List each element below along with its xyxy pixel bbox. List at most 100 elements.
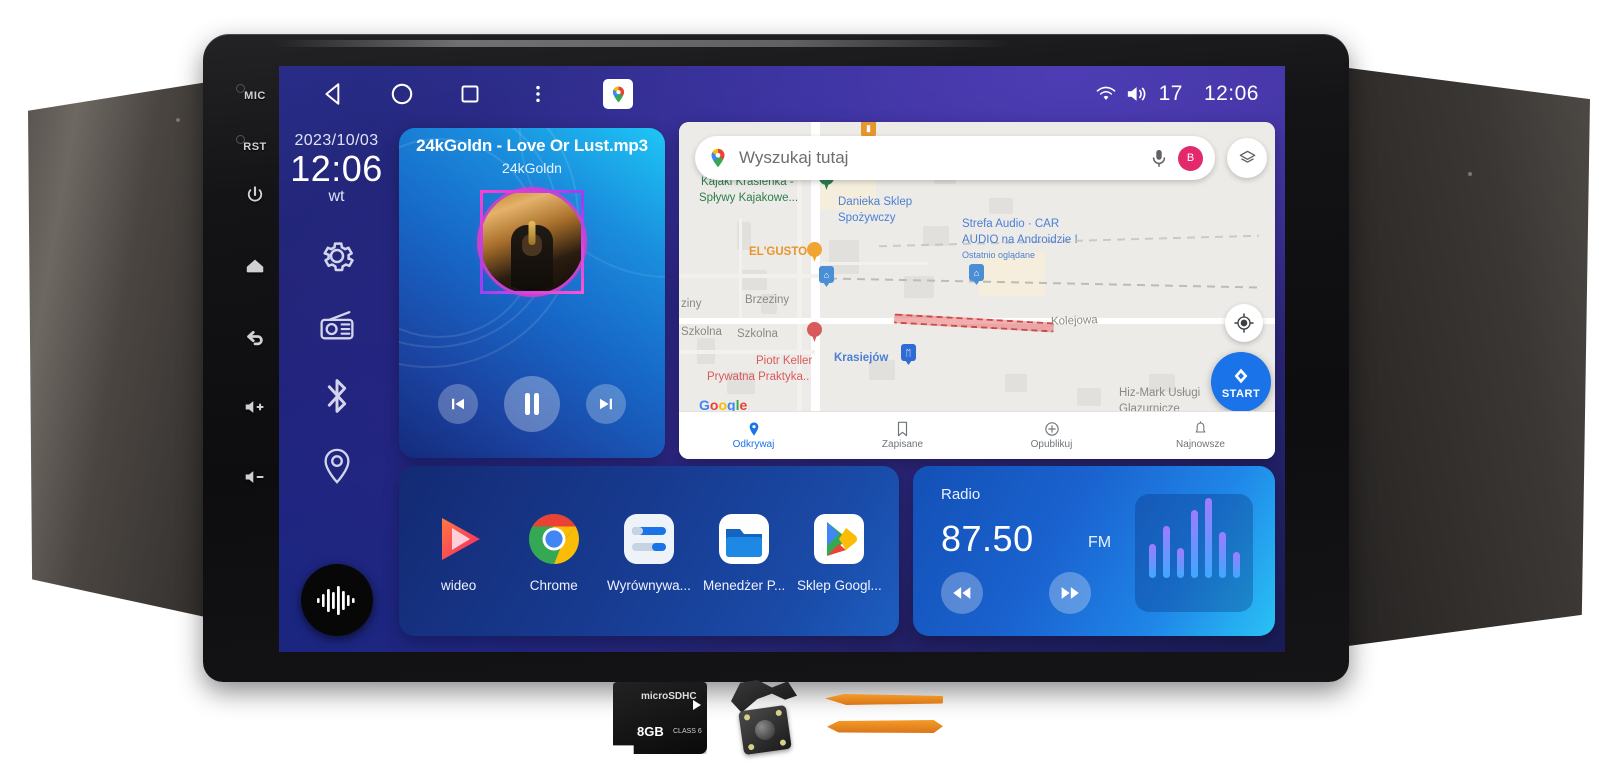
bezel-volume-up-button[interactable] — [232, 390, 278, 424]
power-icon — [247, 186, 263, 202]
account-avatar[interactable]: B — [1178, 145, 1203, 171]
touchscreen[interactable]: 17 12:06 2023/10/03 12:06 wt 24kGoldn - … — [279, 66, 1285, 652]
bezel-back-button[interactable] — [232, 320, 278, 354]
mic-icon[interactable] — [1150, 148, 1168, 168]
map-layers-button[interactable] — [1227, 138, 1267, 178]
map-label: Szkolna — [737, 328, 778, 340]
fast-forward-icon — [1061, 587, 1079, 599]
radio-seek-down-button[interactable] — [941, 572, 983, 614]
radio-title: Radio — [941, 486, 981, 503]
map-label: Szkolna — [681, 326, 722, 338]
layers-icon — [1239, 150, 1255, 163]
screenshot-root: MIC RST 17 12:06 2023/10/03 12:06 wt 24k… — [0, 0, 1599, 775]
map-label: AUDIO na Androidzie ! — [962, 234, 1078, 246]
map-label: Kolejowa — [1050, 314, 1098, 328]
map-pin-krasiejow[interactable]: ᛖ — [901, 344, 916, 361]
map-label: Danieka Sklep — [838, 196, 913, 208]
map-start-navigation-button[interactable]: START — [1211, 352, 1271, 412]
overflow-dots-icon — [536, 85, 540, 103]
map-pin-transit[interactable]: ⌂ — [819, 266, 834, 283]
map-nav-explore[interactable]: Odkrywaj — [679, 412, 828, 459]
skip-next-icon — [600, 398, 612, 410]
mounting-bracket-right — [1318, 64, 1590, 650]
statusbar-clock: 12:06 — [1203, 82, 1259, 105]
gear-icon — [322, 242, 354, 272]
rewind-icon — [953, 587, 971, 599]
app-label: Wyrównywa... — [607, 577, 691, 593]
app-label: Sklep Googl... — [796, 577, 882, 593]
bezel-reset-button[interactable]: RST — [232, 130, 278, 164]
map-label: Spływy Kajakowe... — [699, 192, 799, 204]
sidebar-item-bluetooth[interactable] — [319, 376, 355, 416]
map-label: Prywatna Praktyka.. — [707, 371, 810, 383]
nav-recents-button[interactable] — [453, 77, 487, 111]
map-nav-label: Opublikuj — [1030, 439, 1073, 450]
media-title: 24kGoldn - Love Or Lust.mp3 — [416, 136, 648, 155]
volume-level: 17 — [1158, 82, 1183, 105]
map-nav-contribute[interactable]: Opublikuj — [977, 412, 1126, 459]
home-circle-icon — [391, 83, 413, 105]
music-waveform-icon — [317, 586, 355, 615]
clock-weekday: wt — [328, 188, 345, 205]
app-file-manager[interactable]: Menedżer P... — [698, 510, 790, 593]
nav-back-button[interactable] — [317, 77, 351, 111]
map-search-bar[interactable]: Wyszukaj tutaj B — [695, 136, 1215, 180]
folder-icon — [715, 510, 773, 568]
map-pin-audio-shop[interactable]: ⌂ — [969, 264, 984, 281]
radio-seek-up-button[interactable] — [1049, 572, 1091, 614]
map-nav-saved[interactable]: Zapisane — [828, 412, 977, 459]
nav-home-button[interactable] — [385, 77, 419, 111]
media-player-widget[interactable]: 24kGoldn - Love Or Lust.mp3 24kGoldn — [399, 128, 665, 458]
microsd-arrow-icon — [693, 700, 701, 710]
bezel-reset-label: RST — [243, 141, 267, 153]
media-play-pause-button[interactable] — [504, 376, 560, 432]
microsd-card: microSDHC 8GB CLASS 6 — [613, 682, 707, 754]
volume-down-icon — [245, 471, 264, 483]
app-play-store[interactable]: Sklep Googl... — [793, 510, 885, 593]
clock-time: 12:06 — [290, 148, 383, 189]
bezel-mic-button[interactable]: MIC — [232, 79, 278, 113]
map-locate-button[interactable] — [1225, 304, 1263, 342]
microsd-class: CLASS 6 — [673, 728, 702, 735]
map-pin-clinic[interactable] — [807, 322, 822, 342]
map-nav-label: Zapisane — [881, 439, 924, 450]
app-wideo[interactable]: wideo — [413, 510, 505, 593]
app-equalizer[interactable]: Wyrównywa... — [603, 510, 695, 593]
media-previous-button[interactable] — [438, 384, 478, 424]
album-art-chain — [528, 221, 536, 245]
app-chrome[interactable]: Chrome — [508, 510, 600, 593]
music-widget-button[interactable] — [301, 564, 373, 636]
bezel-power-button[interactable] — [232, 178, 278, 212]
location-pin-icon — [323, 448, 350, 484]
radio-icon — [319, 311, 354, 340]
back-triangle-icon — [325, 83, 340, 105]
radio-widget[interactable]: Radio 87.50 FM — [913, 466, 1275, 636]
camera-lens — [753, 718, 777, 742]
sidebar-item-radio[interactable] — [317, 306, 357, 346]
map-nav-updates[interactable]: Najnowsze — [1126, 412, 1275, 459]
sidebar-item-settings[interactable] — [317, 236, 357, 276]
map-label: ziny — [681, 298, 702, 310]
map-pin-top[interactable]: ▮ — [861, 122, 876, 137]
map-pin-restaurant[interactable] — [807, 242, 822, 262]
bezel-volume-down-button[interactable] — [232, 460, 278, 494]
pause-icon — [525, 393, 539, 415]
nav-more-button[interactable] — [521, 77, 555, 111]
navigation-arrow-icon — [1234, 368, 1248, 383]
statusbar-maps-shortcut[interactable] — [603, 79, 633, 109]
google-maps-widget[interactable]: ▾ ⌂ ⌂ ᛖ ▮ Kajaki Krasieńka - Spływy Kaja… — [679, 122, 1275, 459]
sidebar-item-location[interactable] — [317, 446, 357, 486]
home-icon — [246, 259, 264, 273]
map-label: Hiz-Mark Usługi — [1119, 387, 1201, 399]
media-next-button[interactable] — [586, 384, 626, 424]
reversing-camera — [725, 680, 801, 758]
microsd-brand: microSDHC — [641, 691, 697, 702]
bezel-home-button[interactable] — [232, 249, 278, 283]
pry-tools — [825, 694, 945, 750]
video-player-icon — [430, 510, 488, 568]
volume-icon — [1127, 87, 1145, 101]
physical-button-column: MIC RST — [232, 72, 278, 572]
map-label: Spożywczy — [838, 212, 896, 224]
chrome-icon — [525, 510, 583, 568]
wifi-icon — [1096, 86, 1115, 100]
